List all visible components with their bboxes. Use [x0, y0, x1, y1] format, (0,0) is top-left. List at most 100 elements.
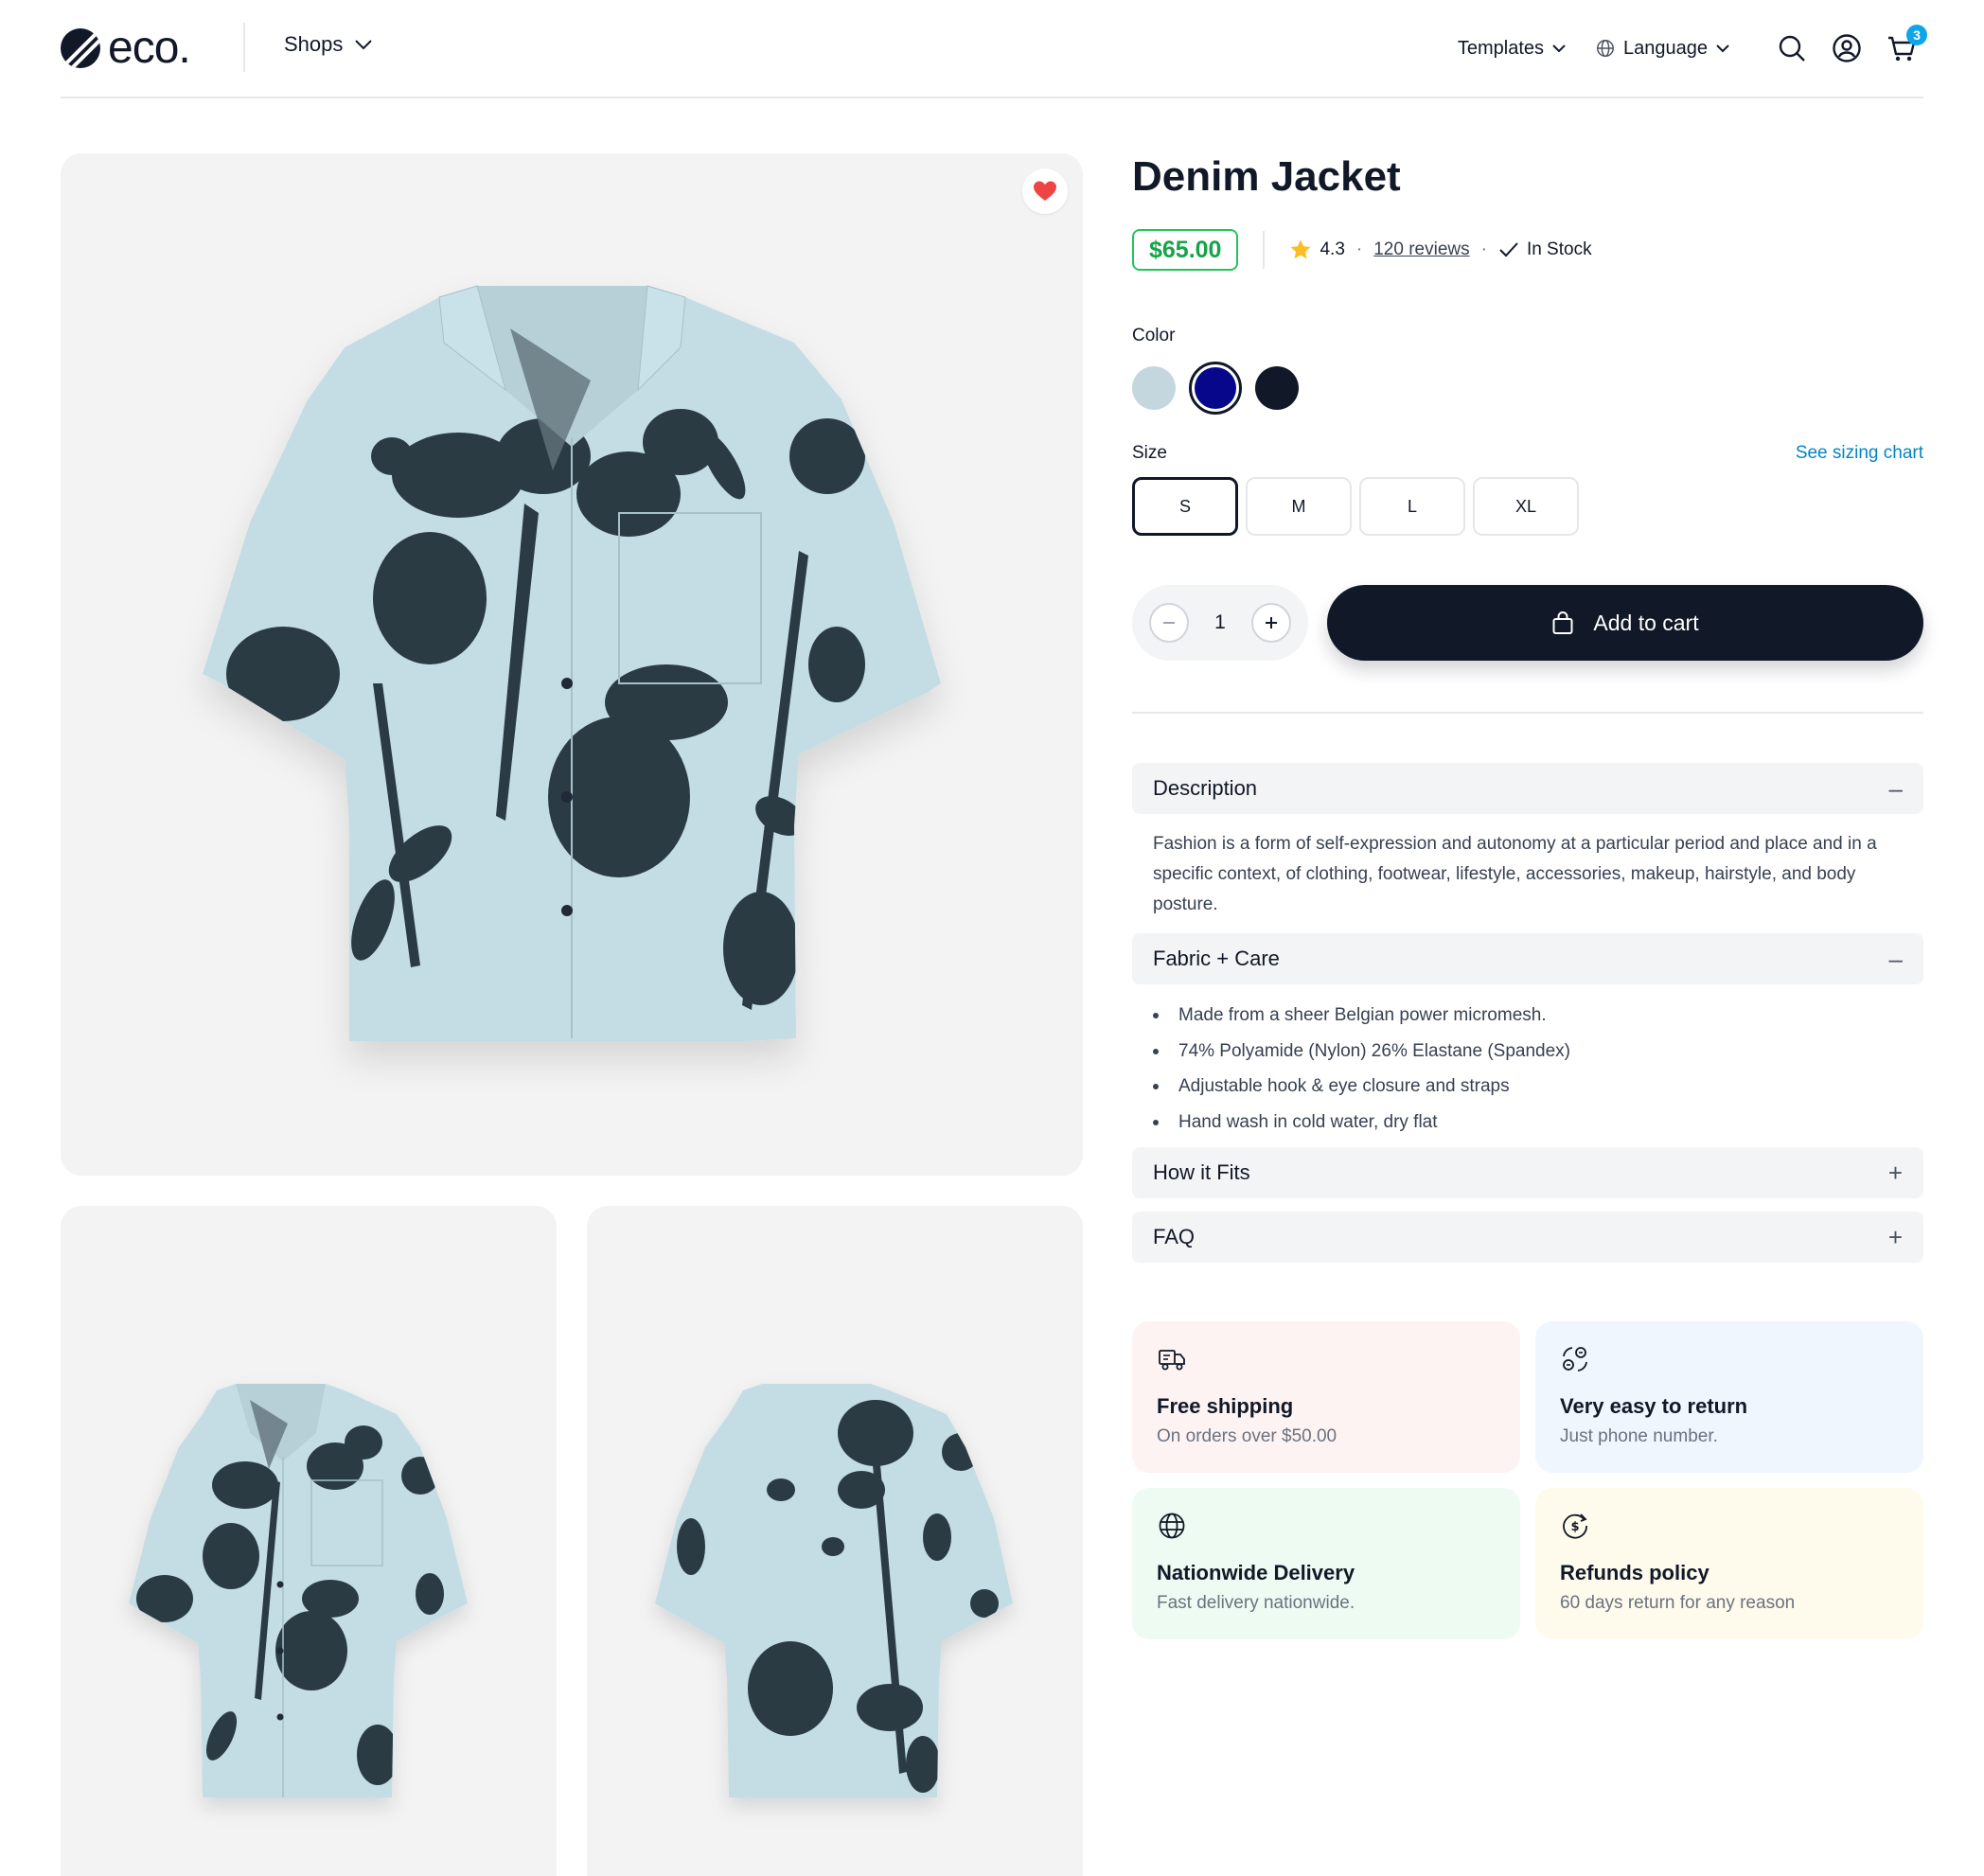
collapse-icon: – — [1888, 944, 1903, 973]
feature-subtitle: Just phone number. — [1560, 1426, 1718, 1446]
product-details: Denim Jacket $65.00 4.3 · 120 reviews · … — [1132, 153, 1923, 1263]
site-header: eco. Shops Templates Language 3 — [61, 0, 1927, 98]
user-icon — [1833, 34, 1861, 62]
globe-icon — [1597, 40, 1614, 57]
product-meta: $65.00 4.3 · 120 reviews · In Stock — [1132, 229, 1923, 271]
quantity-value[interactable]: 1 — [1214, 611, 1226, 634]
color-swatch-black[interactable] — [1255, 366, 1299, 410]
cart-count-badge: 3 — [1906, 25, 1927, 45]
chevron-down-icon — [355, 40, 373, 50]
collapse-icon: – — [1888, 773, 1903, 803]
sizing-chart-link[interactable]: See sizing chart — [1796, 443, 1923, 464]
product-image-thumb-back[interactable] — [587, 1206, 1083, 1876]
check-icon — [1499, 242, 1518, 257]
account-button[interactable] — [1825, 27, 1869, 70]
truck-icon — [1159, 1350, 1185, 1371]
product-title: Denim Jacket — [1132, 153, 1401, 200]
product-accordion: Description – Fashion is a form of self-… — [1132, 763, 1923, 1263]
feature-title: Nationwide Delivery — [1157, 1561, 1355, 1584]
size-label: Size — [1132, 443, 1167, 463]
feature-title: Very easy to return — [1560, 1394, 1748, 1418]
logo-text: eco. — [108, 23, 191, 73]
expand-icon: + — [1887, 1158, 1903, 1187]
accordion-faq-title: FAQ — [1153, 1225, 1196, 1248]
return-icon — [1563, 1347, 1587, 1372]
product-image-main[interactable] — [61, 153, 1083, 1176]
feature-card-free-shipping: Free shipping On orders over $50.00 — [1132, 1321, 1520, 1473]
heart-icon — [1034, 181, 1056, 201]
header-divider — [243, 23, 245, 72]
templates-label: Templates — [1457, 37, 1545, 59]
stock-status: In Stock — [1526, 239, 1592, 259]
product-image-thumb-front[interactable] — [61, 1206, 557, 1876]
feature-subtitle: On orders over $50.00 — [1157, 1426, 1337, 1446]
color-swatch-navy[interactable] — [1189, 362, 1242, 415]
search-button[interactable] — [1770, 27, 1814, 70]
logo[interactable]: eco. — [61, 23, 191, 73]
size-option-s[interactable]: S — [1132, 477, 1238, 536]
svg-text:$: $ — [1570, 1520, 1579, 1534]
shirt-back-small-image — [655, 1384, 1013, 1797]
reviews-link[interactable]: 120 reviews — [1373, 239, 1469, 260]
expand-icon: + — [1887, 1222, 1903, 1251]
separator-dot: · — [1480, 239, 1487, 259]
feature-title: Free shipping — [1157, 1394, 1294, 1418]
cart-row: 1 Add to cart — [1132, 585, 1923, 661]
feature-subtitle: Fast delivery nationwide. — [1157, 1593, 1355, 1613]
cart-button[interactable]: 3 — [1880, 25, 1927, 70]
chevron-down-icon — [1552, 44, 1566, 53]
header-nav: Templates Language 3 — [1458, 25, 1927, 70]
color-swatch-light-blue[interactable] — [1132, 366, 1176, 410]
accordion-fabric-header[interactable]: Fabric + Care – — [1132, 933, 1923, 984]
feature-cards: Free shipping On orders over $50.00 Very… — [1132, 1321, 1923, 1639]
accordion-description-header[interactable]: Description – — [1132, 763, 1923, 814]
language-menu[interactable]: Language — [1595, 38, 1730, 60]
list-item: Hand wash in cold water, dry flat — [1153, 1105, 1903, 1141]
size-options: S M L XL — [1132, 477, 1923, 536]
plus-icon — [1266, 617, 1277, 628]
size-option-xl[interactable]: XL — [1473, 477, 1579, 536]
list-item: 74% Polyamide (Nylon) 26% Elastane (Span… — [1153, 1034, 1903, 1070]
accordion-fits-header[interactable]: How it Fits + — [1132, 1147, 1923, 1198]
favorite-button[interactable] — [1022, 168, 1068, 214]
color-swatches — [1132, 362, 1923, 415]
size-option-l[interactable]: L — [1359, 477, 1465, 536]
refund-icon: $ — [1563, 1513, 1587, 1539]
accordion-description-title: Description — [1153, 776, 1258, 800]
templates-menu[interactable]: Templates — [1458, 38, 1567, 60]
rating-row: 4.3 · 120 reviews · In Stock — [1289, 239, 1592, 261]
feature-card-refunds-policy: $ Refunds policy 60 days return for any … — [1535, 1488, 1923, 1639]
shirt-front-image — [203, 285, 941, 1041]
quantity-stepper: 1 — [1132, 585, 1308, 661]
accordion-fabric-title: Fabric + Care — [1153, 947, 1280, 970]
globe-icon — [1159, 1513, 1185, 1539]
shirt-front-small-image — [129, 1384, 468, 1797]
separator-dot: · — [1355, 239, 1363, 259]
size-option-m[interactable]: M — [1246, 477, 1352, 536]
increase-quantity-button[interactable] — [1251, 603, 1291, 643]
accordion-description-body: Fashion is a form of self-expression and… — [1153, 834, 1877, 914]
shops-menu[interactable]: Shops — [284, 32, 373, 57]
meta-divider — [1263, 231, 1266, 269]
feature-card-easy-return: Very easy to return Just phone number. — [1535, 1321, 1923, 1473]
add-to-cart-button[interactable]: Add to cart — [1327, 585, 1923, 661]
decrease-quantity-button[interactable] — [1149, 603, 1189, 643]
accordion-fits-title: How it Fits — [1153, 1160, 1250, 1184]
feature-subtitle: 60 days return for any reason — [1560, 1593, 1796, 1613]
color-label: Color — [1132, 326, 1176, 345]
add-to-cart-label: Add to cart — [1593, 610, 1699, 635]
accordion-faq-header[interactable]: FAQ + — [1132, 1212, 1923, 1263]
section-divider — [1132, 712, 1923, 714]
feature-card-nationwide-delivery: Nationwide Delivery Fast delivery nation… — [1132, 1488, 1520, 1639]
size-header: Size See sizing chart — [1132, 443, 1923, 464]
logo-mark-icon — [61, 28, 100, 68]
list-item: Adjustable hook & eye closure and straps — [1153, 1069, 1903, 1105]
star-icon — [1290, 239, 1311, 259]
search-icon — [1779, 35, 1805, 62]
list-item: Made from a sheer Belgian power micromes… — [1153, 998, 1903, 1034]
shops-label: Shops — [284, 32, 344, 56]
feature-title: Refunds policy — [1560, 1561, 1709, 1584]
chevron-down-icon — [1716, 44, 1729, 53]
fabric-care-list: Made from a sheer Belgian power micromes… — [1132, 984, 1923, 1147]
price-badge: $65.00 — [1132, 229, 1239, 271]
